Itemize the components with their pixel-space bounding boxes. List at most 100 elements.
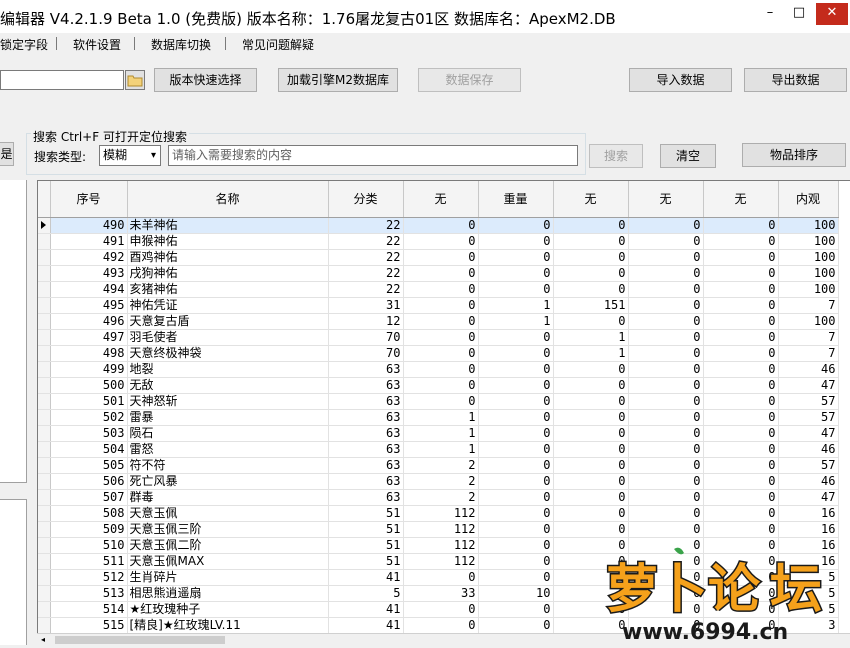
table-cell[interactable]: 0 bbox=[403, 329, 479, 346]
item-sort-button[interactable]: 物品排序 bbox=[742, 143, 846, 167]
table-cell[interactable]: 无敌 bbox=[127, 377, 329, 394]
table-cell[interactable]: 0 bbox=[553, 457, 629, 474]
table-cell[interactable]: 41 bbox=[328, 617, 404, 634]
table-cell[interactable]: 513 bbox=[50, 585, 128, 602]
table-cell[interactable]: 0 bbox=[553, 265, 629, 282]
table-cell[interactable]: 492 bbox=[50, 249, 128, 266]
table-cell[interactable]: 151 bbox=[553, 297, 629, 314]
table-cell[interactable]: 0 bbox=[703, 217, 779, 234]
table-cell[interactable]: 0 bbox=[628, 377, 704, 394]
table-row[interactable]: 501 天神怒斩 63 0 0 0 0 0 57 bbox=[38, 393, 839, 410]
table-cell[interactable]: 100 bbox=[778, 281, 839, 298]
table-cell[interactable]: 0 bbox=[403, 265, 479, 282]
table-cell[interactable]: 501 bbox=[50, 393, 128, 410]
table-cell[interactable]: 符不符 bbox=[127, 457, 329, 474]
table-cell[interactable]: 0 bbox=[703, 457, 779, 474]
minimize-button[interactable]: – bbox=[757, 3, 783, 25]
table-cell[interactable]: 0 bbox=[703, 425, 779, 442]
table-cell[interactable]: 505 bbox=[50, 457, 128, 474]
table-row[interactable]: 500 无敌 63 0 0 0 0 0 47 bbox=[38, 377, 839, 394]
table-cell[interactable]: 0 bbox=[628, 473, 704, 490]
table-cell[interactable]: 47 bbox=[778, 377, 839, 394]
table-cell[interactable]: 0 bbox=[478, 265, 554, 282]
table-cell[interactable]: 0 bbox=[553, 377, 629, 394]
table-cell[interactable]: 1 bbox=[403, 425, 479, 442]
table-cell[interactable]: 地裂 bbox=[127, 361, 329, 378]
table-cell[interactable]: [精良]★红玫瑰LV.11 bbox=[127, 617, 329, 634]
table-cell[interactable]: 0 bbox=[403, 377, 479, 394]
table-cell[interactable]: 0 bbox=[628, 393, 704, 410]
table-cell[interactable]: 天意玉佩二阶 bbox=[127, 537, 329, 554]
search-button[interactable]: 搜索 bbox=[589, 144, 643, 168]
table-cell[interactable]: 天意玉佩MAX bbox=[127, 553, 329, 570]
table-cell[interactable]: 63 bbox=[328, 473, 404, 490]
table-cell[interactable]: 51 bbox=[328, 505, 404, 522]
close-button[interactable]: ✕ bbox=[816, 3, 848, 25]
table-cell[interactable]: 16 bbox=[778, 505, 839, 522]
table-cell[interactable]: 0 bbox=[628, 409, 704, 426]
table-cell[interactable]: 酉鸡神佑 bbox=[127, 249, 329, 266]
table-cell[interactable]: 100 bbox=[778, 249, 839, 266]
table-cell[interactable]: 0 bbox=[478, 489, 554, 506]
table-cell[interactable]: 0 bbox=[478, 537, 554, 554]
table-cell[interactable]: 死亡风暴 bbox=[127, 473, 329, 490]
table-cell[interactable]: 戌狗神佑 bbox=[127, 265, 329, 282]
row-indicator[interactable] bbox=[38, 345, 51, 362]
row-indicator[interactable] bbox=[38, 601, 51, 618]
table-cell[interactable]: 100 bbox=[778, 233, 839, 250]
table-cell[interactable]: 0 bbox=[553, 505, 629, 522]
table-cell[interactable]: 0 bbox=[403, 601, 479, 618]
table-cell[interactable]: 0 bbox=[478, 425, 554, 442]
table-cell[interactable]: 0 bbox=[703, 393, 779, 410]
table-cell[interactable]: 33 bbox=[403, 585, 479, 602]
table-cell[interactable]: 499 bbox=[50, 361, 128, 378]
table-cell[interactable]: 2 bbox=[403, 489, 479, 506]
table-cell[interactable]: 63 bbox=[328, 425, 404, 442]
table-cell[interactable]: 63 bbox=[328, 377, 404, 394]
table-cell[interactable]: 0 bbox=[703, 329, 779, 346]
table-cell[interactable]: 雷怒 bbox=[127, 441, 329, 458]
table-cell[interactable]: 0 bbox=[403, 281, 479, 298]
table-cell[interactable]: 0 bbox=[403, 217, 479, 234]
table-cell[interactable]: 57 bbox=[778, 457, 839, 474]
row-indicator[interactable] bbox=[38, 537, 51, 554]
table-cell[interactable]: 63 bbox=[328, 393, 404, 410]
table-cell[interactable]: 0 bbox=[478, 377, 554, 394]
table-cell[interactable]: 0 bbox=[628, 505, 704, 522]
table-cell[interactable]: 0 bbox=[478, 233, 554, 250]
table-cell[interactable]: 0 bbox=[703, 409, 779, 426]
browse-folder-button[interactable] bbox=[125, 70, 145, 90]
table-cell[interactable]: 63 bbox=[328, 457, 404, 474]
table-cell[interactable]: 天意玉佩三阶 bbox=[127, 521, 329, 538]
table-cell[interactable]: 491 bbox=[50, 233, 128, 250]
table-cell[interactable]: 10 bbox=[478, 585, 554, 602]
row-indicator[interactable] bbox=[38, 297, 51, 314]
table-cell[interactable]: 112 bbox=[403, 537, 479, 554]
table-row[interactable]: 499 地裂 63 0 0 0 0 0 46 bbox=[38, 361, 839, 378]
table-cell[interactable]: 0 bbox=[403, 393, 479, 410]
table-cell[interactable]: 46 bbox=[778, 473, 839, 490]
row-indicator[interactable] bbox=[38, 313, 51, 330]
row-indicator[interactable] bbox=[38, 393, 51, 410]
version-quick-select-button[interactable]: 版本快速选择 bbox=[154, 68, 257, 92]
table-cell[interactable]: 0 bbox=[628, 441, 704, 458]
table-cell[interactable]: 0 bbox=[478, 553, 554, 570]
table-row[interactable]: 496 天意复古盾 12 0 1 0 0 0 100 bbox=[38, 313, 839, 330]
table-cell[interactable]: 512 bbox=[50, 569, 128, 586]
table-cell[interactable]: 0 bbox=[478, 249, 554, 266]
table-row[interactable]: 494 亥猪神佑 22 0 0 0 0 0 100 bbox=[38, 281, 839, 298]
table-cell[interactable]: 陨石 bbox=[127, 425, 329, 442]
table-cell[interactable]: 7 bbox=[778, 297, 839, 314]
table-cell[interactable]: 天意终极神袋 bbox=[127, 345, 329, 362]
table-cell[interactable]: 0 bbox=[478, 457, 554, 474]
search-input[interactable]: 请输入需要搜索的内容 bbox=[168, 145, 578, 166]
menu-lock-fields[interactable]: 锁定字段 bbox=[0, 36, 48, 53]
table-cell[interactable]: 498 bbox=[50, 345, 128, 362]
menu-software-settings[interactable]: 软件设置 bbox=[73, 36, 121, 53]
table-cell[interactable]: 1 bbox=[403, 409, 479, 426]
table-row[interactable]: 504 雷怒 63 1 0 0 0 0 46 bbox=[38, 441, 839, 458]
table-cell[interactable]: 0 bbox=[628, 281, 704, 298]
table-cell[interactable]: 生肖碎片 bbox=[127, 569, 329, 586]
table-cell[interactable]: 22 bbox=[328, 281, 404, 298]
table-cell[interactable]: 0 bbox=[478, 505, 554, 522]
